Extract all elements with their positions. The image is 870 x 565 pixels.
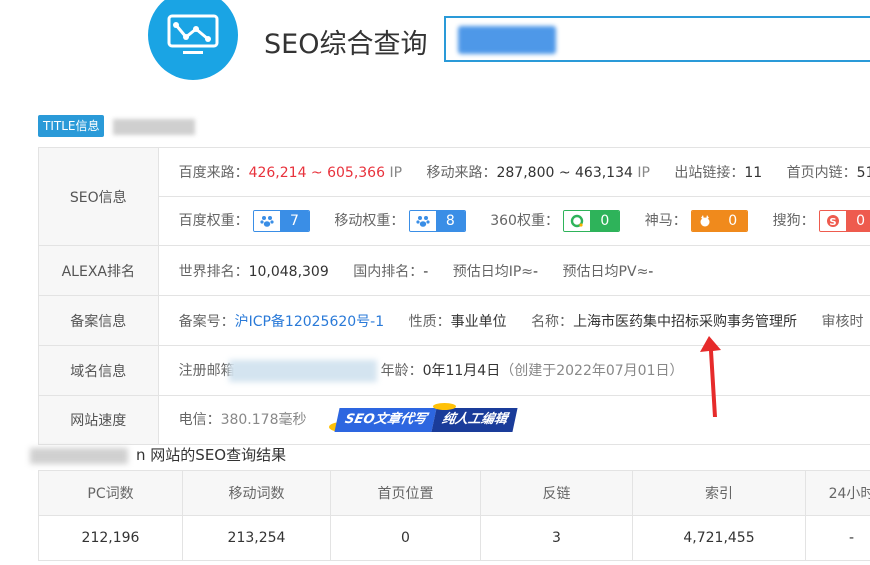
homepage-links-label: 首页内链： xyxy=(786,165,857,181)
icp-number-link[interactable]: 沪ICP备12025620号-1 xyxy=(235,314,385,330)
shenma-horse-icon xyxy=(692,211,719,231)
results-heading: n 网站的SEO查询结果 xyxy=(30,444,286,465)
shenma-value: 0 xyxy=(718,211,748,231)
promo-text-1: SEO文章代写 xyxy=(334,408,437,432)
weight-360-label: 360权重： xyxy=(490,213,559,229)
seo-info-label: SEO信息 xyxy=(38,147,159,246)
speed-label: 网站速度 xyxy=(38,395,159,445)
shenma-badge[interactable]: 0 xyxy=(691,210,749,232)
search-box[interactable] xyxy=(444,16,870,62)
weight-row: 百度权重： 7 移动权重： 8 360权重： 0 神马： 0 搜狗： S0 xyxy=(157,196,870,246)
org-name-value: 上海市医药集中招标采购事务管理所 xyxy=(573,313,798,330)
weight-360-badge[interactable]: 0 xyxy=(563,210,621,232)
24h-value: - xyxy=(805,515,870,561)
alexa-row: 世界排名：10,048,309 国内排名：- 预估日均IP≈- 预估日均PV≈- xyxy=(157,245,870,296)
360-icon xyxy=(564,211,591,231)
mobile-paw-icon xyxy=(409,211,436,231)
sogou-value: 0 xyxy=(846,211,870,231)
mobile-weight-badge[interactable]: 8 xyxy=(408,210,466,232)
redacted-email xyxy=(228,359,377,382)
review-time-label: 审核时 xyxy=(821,313,864,330)
results-header-cell: 移动词数 xyxy=(182,470,331,516)
baidu-ip-unit: IP xyxy=(389,165,403,181)
domestic-rank-label: 国内排名： xyxy=(353,263,424,280)
daily-ip-label: 预估日均IP≈ xyxy=(452,263,534,280)
domestic-rank-value: - xyxy=(423,263,429,280)
daily-pv-label: 预估日均PV≈ xyxy=(562,263,649,280)
traffic-row: 百度来路：426,214 ~ 605,366 IP 移动来路：287,800 ~… xyxy=(157,147,870,197)
baidu-paw-icon xyxy=(254,211,281,231)
monitor-chart-icon xyxy=(167,14,219,54)
sogou-badge[interactable]: S0 xyxy=(819,210,870,232)
search-input[interactable] xyxy=(446,18,870,62)
seo-info-table: SEO信息 百度来路：426,214 ~ 605,366 IP 移动来路：287… xyxy=(38,147,870,445)
baidu-traffic-value: 426,214 ~ 605,366 xyxy=(248,165,385,181)
page-title: SEO综合查询 xyxy=(264,29,428,60)
age-value: 0年11月4日 xyxy=(422,362,501,379)
mobile-traffic-label: 移动来路： xyxy=(426,165,497,181)
telecom-value: 380.178毫秒 xyxy=(220,412,307,428)
promo-dot-small-icon xyxy=(432,403,456,410)
results-header-cell: PC词数 xyxy=(38,470,183,516)
icp-row: 备案号：沪ICP备12025620号-1 性质：事业单位 名称：上海市医药集中招… xyxy=(157,295,870,346)
alexa-label: ALEXA排名 xyxy=(38,245,159,296)
pc-words-value[interactable]: 212,196 xyxy=(38,515,183,561)
baidu-weight-badge[interactable]: 7 xyxy=(253,210,310,232)
mobile-traffic-value: 287,800 ~ 463,134 xyxy=(496,165,633,181)
outlinks-value: 11 xyxy=(744,165,763,181)
telecom-label: 电信： xyxy=(178,412,221,428)
redacted-title xyxy=(113,119,195,135)
promo-text-2: 纯人工编辑 xyxy=(431,408,518,432)
results-table: PC词数 移动词数 首页位置 反链 索引 24小时 212,196 213,25… xyxy=(38,470,870,561)
email-label: 注册邮箱 xyxy=(178,362,235,379)
promo-banner[interactable]: SEO文章代写 纯人工编辑 xyxy=(328,403,518,432)
icp-label: 备案信息 xyxy=(38,295,159,346)
created-date: （创建于2022年07月01日） xyxy=(500,362,684,379)
results-title-prefix: n xyxy=(136,446,146,464)
baidu-weight-label: 百度权重： xyxy=(178,213,249,229)
results-title: 网站的SEO查询结果 xyxy=(150,446,287,464)
world-rank-label: 世界排名： xyxy=(178,263,249,280)
daily-pv-value: - xyxy=(648,263,654,280)
results-header-cell: 首页位置 xyxy=(330,470,481,516)
results-header-cell: 反链 xyxy=(480,470,633,516)
outlinks-label: 出站链接： xyxy=(674,165,745,181)
homepage-links-value: 51 xyxy=(856,165,870,181)
backlinks-value[interactable]: 3 xyxy=(480,515,633,561)
homepage-position-value: 0 xyxy=(330,515,481,561)
world-rank-value: 10,048,309 xyxy=(248,263,329,280)
results-header-row: PC词数 移动词数 首页位置 反链 索引 24小时 xyxy=(38,470,870,516)
svg-text:S: S xyxy=(829,217,836,228)
redacted-domain xyxy=(30,447,128,464)
weight-360-value: 0 xyxy=(590,211,620,231)
nature-label: 性质： xyxy=(408,313,451,330)
daily-ip-value: - xyxy=(533,263,539,280)
domain-row: 注册邮箱 年龄：0年11月4日（创建于2022年07月01日） xyxy=(157,345,870,396)
mobile-weight-label: 移动权重： xyxy=(334,213,405,229)
speed-row: 电信：380.178毫秒 SEO文章代写 纯人工编辑 xyxy=(157,395,870,445)
title-info-badge: TITLE信息 xyxy=(38,115,105,137)
org-name-label: 名称： xyxy=(531,313,574,330)
age-label: 年龄： xyxy=(380,362,423,379)
nature-value: 事业单位 xyxy=(450,313,507,330)
site-logo xyxy=(148,0,238,80)
mobile-words-value[interactable]: 213,254 xyxy=(182,515,331,561)
results-data-row: 212,196 213,254 0 3 4,721,455 - xyxy=(38,515,870,561)
sogou-s-icon: S xyxy=(820,211,847,231)
index-value[interactable]: 4,721,455 xyxy=(632,515,806,561)
shenma-label: 神马： xyxy=(644,213,687,229)
icp-number-label: 备案号： xyxy=(178,313,235,330)
sogou-label: 搜狗： xyxy=(772,213,815,229)
red-arrow-annotation xyxy=(700,336,721,417)
domain-label: 域名信息 xyxy=(38,345,159,396)
baidu-traffic-label: 百度来路： xyxy=(178,165,249,181)
baidu-weight-value: 7 xyxy=(280,211,309,231)
results-header-cell: 24小时 xyxy=(805,470,870,516)
results-header-cell: 索引 xyxy=(632,470,806,516)
mobile-ip-unit: IP xyxy=(637,165,650,181)
mobile-weight-value: 8 xyxy=(435,211,465,231)
